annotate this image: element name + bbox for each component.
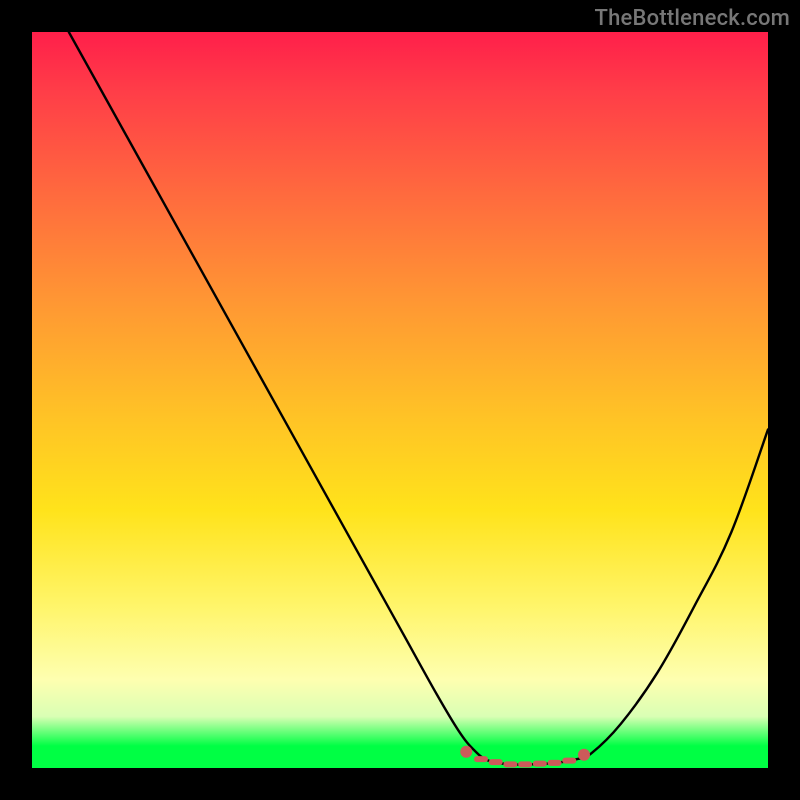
bottleneck-curve-line (69, 32, 768, 765)
gradient-plot-area (32, 32, 768, 768)
trough-marker-dash (548, 760, 562, 766)
trough-marker-dash (533, 761, 547, 767)
trough-marker-dash (503, 761, 517, 767)
trough-marker-dash (489, 759, 503, 765)
trough-marker-dot (578, 749, 590, 761)
bottleneck-curve-svg (32, 32, 768, 768)
trough-marker-dot (460, 746, 472, 758)
chart-frame: TheBottleneck.com (0, 0, 800, 800)
trough-marker-dash (518, 761, 532, 767)
trough-marker-dash (474, 756, 488, 762)
trough-markers (460, 746, 590, 768)
trough-marker-dash (562, 758, 576, 764)
watermark-label: TheBottleneck.com (595, 6, 790, 31)
